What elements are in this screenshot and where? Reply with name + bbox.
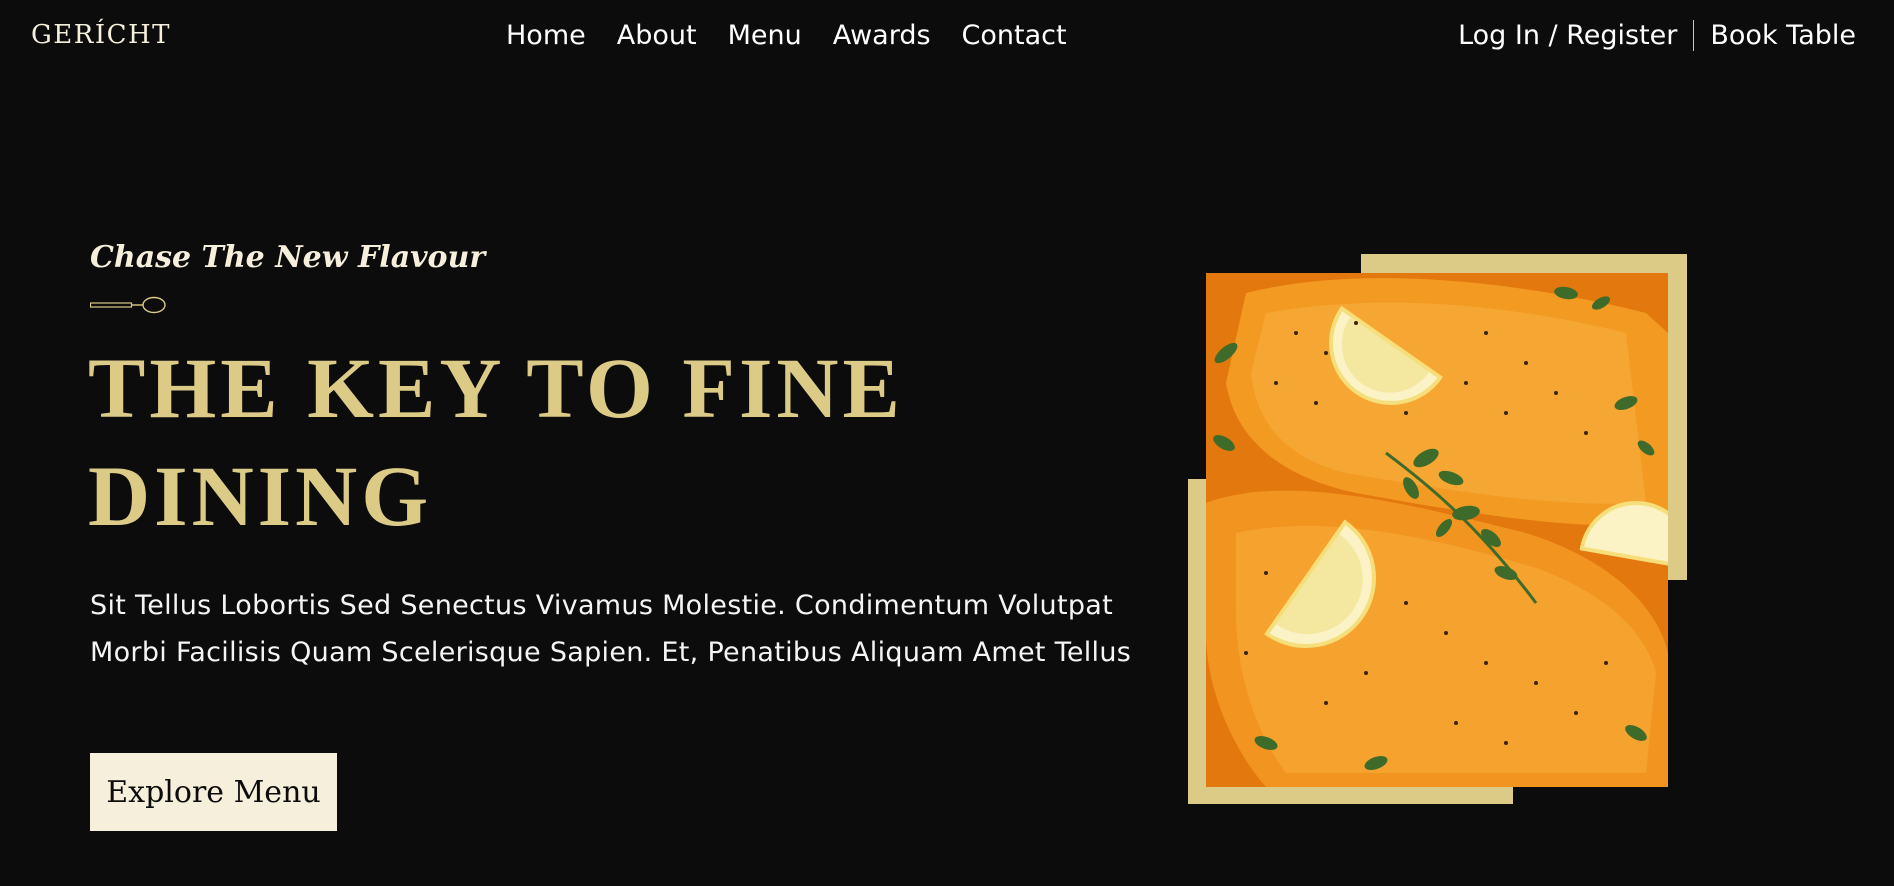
spoon-icon — [90, 296, 166, 314]
hero-food-image — [1206, 273, 1668, 787]
navbar: GERÍCHT Home About Menu Awards Contact L… — [0, 0, 1894, 78]
book-table-link[interactable]: Book Table — [1710, 20, 1856, 51]
nav-link-contact[interactable]: Contact — [962, 20, 1067, 51]
explore-menu-button[interactable]: Explore Menu — [90, 753, 337, 831]
nav-links: Home About Menu Awards Contact — [506, 20, 1067, 51]
nav-link-home[interactable]: Home — [506, 20, 586, 51]
login-register-link[interactable]: Log In / Register — [1458, 20, 1677, 51]
nav-link-awards[interactable]: Awards — [833, 20, 931, 51]
nav-link-menu[interactable]: Menu — [728, 20, 802, 51]
hero-description: Sit Tellus Lobortis Sed Senectus Vivamus… — [90, 590, 1132, 668]
nav-link-about[interactable]: About — [617, 20, 697, 51]
nav-divider — [1693, 20, 1695, 51]
logo[interactable]: GERÍCHT — [31, 20, 171, 50]
nav-actions: Log In / Register Book Table — [1458, 20, 1856, 51]
hero-headline: THE KEY TO FINE DINING — [88, 340, 904, 544]
hero-subtitle: Chase The New Flavour — [90, 240, 486, 275]
